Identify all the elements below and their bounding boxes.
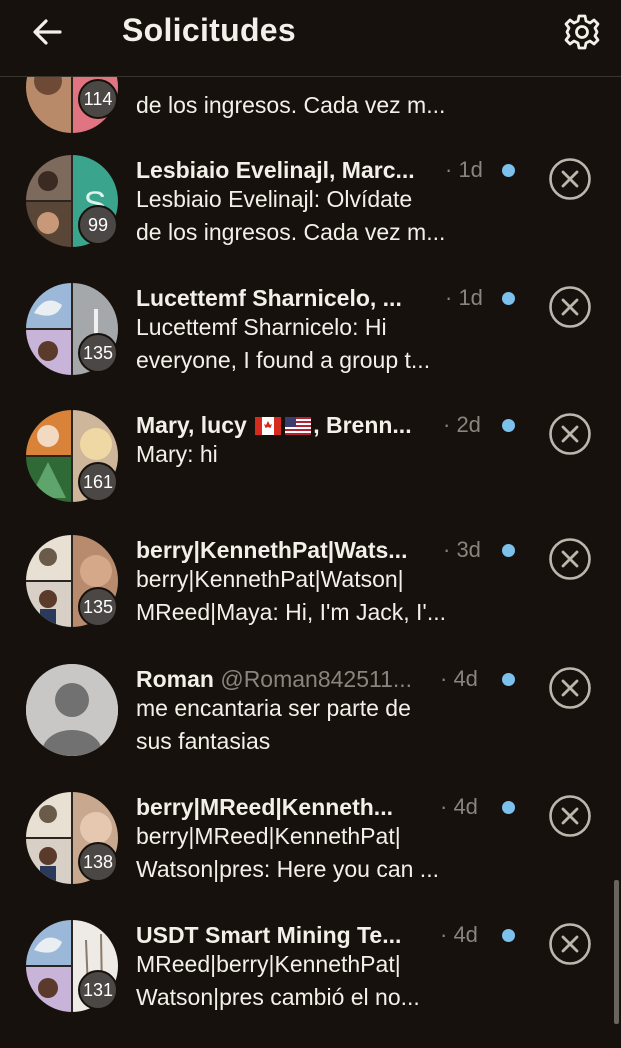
conversation-title: Roman (136, 666, 214, 692)
close-circle-icon[interactable] (548, 794, 592, 838)
message-line: MReed|Maya: Hi, I'm Jack, I'... (136, 599, 446, 625)
conversation-title-rest: , Brenn... (313, 412, 412, 438)
timestamp: · 2d (443, 412, 481, 437)
member-count-badge: 135 (78, 587, 118, 627)
message-preview: berry|KennethPat|Watson| MReed|Maya: Hi,… (136, 563, 486, 629)
member-count-badge: 99 (78, 205, 118, 245)
unread-dot (502, 929, 515, 942)
unread-dot (502, 292, 515, 305)
conversation-title: Lesbiaio Evelinajl, Marc... (136, 157, 415, 183)
conversation-name: Lucettemf Sharnicelo, ... (136, 285, 402, 312)
message-line: Watson|pres cambió el no... (136, 984, 420, 1010)
list-item[interactable]: 135 berry|KennethPat|Wats... · 3d berry|… (0, 535, 621, 663)
close-circle-icon[interactable] (548, 666, 592, 710)
top-bar: Solicitudes (0, 0, 621, 77)
conversation-name: Mary, lucy , Brenn... (136, 412, 412, 439)
requests-list: 114 de los ingresos. Cada vez m... S 99 … (0, 0, 621, 1024)
conversation-title: Mary, lucy (136, 412, 247, 438)
member-count-badge: 131 (78, 970, 118, 1010)
message-preview: berry|MReed|KennethPat| Watson|pres: Her… (136, 820, 486, 886)
scrollbar[interactable] (614, 880, 619, 1024)
member-count-badge: 114 (78, 79, 118, 119)
message-preview: de los ingresos. Cada vez m... (136, 89, 486, 122)
message-line: Lucettemf Sharnicelo: Hi (136, 314, 387, 340)
canada-flag-icon (255, 417, 282, 435)
member-count: 135 (82, 342, 114, 363)
arrow-left-icon[interactable] (28, 12, 68, 52)
conversation-title: USDT Smart Mining Te... (136, 922, 402, 948)
message-line: me encantaria ser parte de (136, 695, 411, 721)
list-item[interactable]: 138 berry|MReed|Kenneth... · 4d berry|MR… (0, 792, 621, 920)
conversation-name: USDT Smart Mining Te... (136, 922, 401, 949)
timestamp: · 4d (440, 666, 478, 691)
member-count: 99 (87, 214, 109, 235)
usa-flag-icon (285, 417, 312, 435)
message-preview: Lesbiaio Evelinajl: Olvídate de los ingr… (136, 183, 486, 249)
timestamp: · 4d (440, 922, 478, 947)
gear-icon[interactable] (560, 10, 604, 54)
timestamp: · 3d (443, 537, 481, 562)
close-circle-icon[interactable] (548, 157, 592, 201)
message-line: berry|MReed|KennethPat| (136, 823, 401, 849)
member-count: 135 (82, 596, 114, 617)
message-line: Lesbiaio Evelinajl: Olvídate (136, 186, 413, 212)
message-line: Mary: hi (136, 441, 218, 467)
message-preview: Lucettemf Sharnicelo: Hi everyone, I fou… (136, 311, 486, 377)
unread-dot (502, 164, 515, 177)
list-item[interactable]: S 99 Lesbiaio Evelinajl, Marc... · 1d Le… (0, 155, 621, 283)
timestamp: · 1d (445, 285, 483, 310)
message-line: MReed|berry|KennethPat| (136, 951, 401, 977)
list-item[interactable]: 161 Mary, lucy , Brenn... · 2d Mary: hi (0, 410, 621, 538)
conversation-name: berry|MReed|Kenneth... (136, 794, 393, 821)
message-line: everyone, I found a group t... (136, 347, 431, 373)
default-avatar (26, 664, 118, 756)
conversation-name: Roman @Roman842511... (136, 666, 412, 693)
member-count: 161 (82, 471, 114, 492)
close-circle-icon[interactable] (548, 537, 592, 581)
message-line: de los ingresos. Cada vez m... (136, 92, 446, 118)
member-count: 138 (82, 851, 114, 872)
message-line: Watson|pres: Here you can ... (136, 856, 439, 882)
message-preview: me encantaria ser parte de sus fantasias (136, 692, 486, 758)
user-handle: @Roman842511... (220, 666, 413, 692)
timestamp: · 4d (440, 794, 478, 819)
unread-dot (502, 419, 515, 432)
message-preview: Mary: hi (136, 438, 486, 471)
conversation-title: berry|KennethPat|Wats... (136, 537, 408, 563)
close-circle-icon[interactable] (548, 412, 592, 456)
member-count: 131 (82, 979, 114, 1000)
list-item[interactable]: Roman @Roman842511... · 4d me encantaria… (0, 664, 621, 792)
member-count-badge: 161 (78, 462, 118, 502)
timestamp: · 1d (445, 157, 483, 182)
message-line: berry|KennethPat|Watson| (136, 566, 404, 592)
list-item[interactable]: 135 Lucettemf Sharnicelo, ... · 1d Lucet… (0, 283, 621, 411)
member-count-badge: 135 (78, 333, 118, 373)
conversation-title: berry|MReed|Kenneth... (136, 794, 393, 820)
member-count-badge: 138 (78, 842, 118, 882)
page-title: Solicitudes (122, 12, 297, 48)
list-item[interactable]: 131 USDT Smart Mining Te... · 4d MReed|b… (0, 920, 621, 1048)
close-circle-icon[interactable] (548, 285, 592, 329)
member-count: 114 (83, 88, 113, 109)
conversation-name: Lesbiaio Evelinajl, Marc... (136, 157, 415, 184)
conversation-title: Lucettemf Sharnicelo, ... (136, 285, 402, 311)
message-line: sus fantasias (136, 728, 271, 754)
unread-dot (502, 544, 515, 557)
close-circle-icon[interactable] (548, 922, 592, 966)
message-line: de los ingresos. Cada vez m... (136, 219, 446, 245)
unread-dot (502, 801, 515, 814)
unread-dot (502, 673, 515, 686)
conversation-name: berry|KennethPat|Wats... (136, 537, 407, 564)
message-preview: MReed|berry|KennethPat| Watson|pres camb… (136, 948, 486, 1014)
